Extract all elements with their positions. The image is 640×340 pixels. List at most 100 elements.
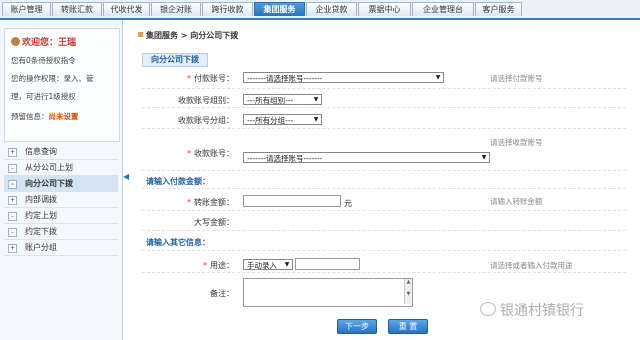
purpose-input[interactable] <box>295 258 360 270</box>
tab-4[interactable]: 银企对账 <box>151 2 201 16</box>
collapse-sidebar-icon[interactable]: ◀ <box>123 172 129 186</box>
permission-text: 您的操作权限：录入、管 <box>11 74 94 83</box>
tab-7[interactable]: 企业贷款 <box>306 2 357 16</box>
amount-group-title: 请输入付款金额： <box>146 177 210 186</box>
permission-text-2: 理，可进行1级授权 <box>11 92 76 101</box>
tab-3[interactable]: 代收代发 <box>103 2 150 16</box>
tab-2[interactable]: 转账汇款 <box>52 2 102 16</box>
reserved-info-value: 尚未设置 <box>48 112 79 121</box>
recv-group-select[interactable]: ---所有组别--- ▼ <box>243 94 322 105</box>
amount-input[interactable] <box>243 195 341 207</box>
row-divider <box>142 272 626 273</box>
row-divider <box>142 107 626 108</box>
row-divider <box>142 230 626 231</box>
recv-group-label: 收款账号组别： <box>178 96 234 105</box>
recv-account-label-text: 收款账号： <box>194 149 234 158</box>
side-menu-item-1[interactable]: + 信息查询 <box>4 144 118 160</box>
amount-unit: 元 <box>344 199 352 208</box>
side-menu-label: 账户分组 <box>25 243 57 252</box>
row-divider <box>142 128 626 129</box>
recv-account-label: * 收款账号： <box>187 149 234 158</box>
welcome-greeting: 欢迎您：王瑞 <box>11 35 76 48</box>
chevron-down-icon: ▼ <box>313 96 319 103</box>
chevron-down-icon: ▼ <box>313 116 319 123</box>
recv-subgroup-select-value: ---所有分组--- <box>247 116 294 125</box>
welcome-greeting-text: 欢迎您：王瑞 <box>22 38 77 48</box>
pay-account-label-text: 付款账号： <box>194 74 234 83</box>
pending-auth-text: 您有0条待授权指令 <box>11 56 76 65</box>
side-menu-label: 内部调拨 <box>25 195 57 204</box>
recv-account-select-value: -------请选择账号------- <box>247 154 323 163</box>
side-menu-label: 约定下拨 <box>25 227 57 236</box>
remark-label: 备注： <box>210 289 234 298</box>
side-menu-item-4[interactable]: + 内部调拨 <box>4 192 118 208</box>
sidebar: 欢迎您：王瑞 您有0条待授权指令 您的操作权限：录入、管 理，可进行1级授权 预… <box>0 20 123 340</box>
breadcrumb-bullet-icon <box>138 32 143 37</box>
row-divider <box>142 170 626 171</box>
side-menu-item-2[interactable]: - 从分公司上划 <box>4 160 118 176</box>
row-divider <box>142 210 626 211</box>
amount-label: * 转账金额： <box>187 198 234 207</box>
watermark-text: 银通村镇银行 <box>500 303 584 319</box>
tab-8[interactable]: 票据中心 <box>358 2 411 16</box>
collapse-icon: - <box>8 164 17 173</box>
recv-group-select-value: ---所有组别--- <box>247 96 294 105</box>
purpose-select[interactable]: 手动录入 ▼ <box>243 259 293 270</box>
expand-icon: + <box>8 244 17 253</box>
textarea-scrollbar[interactable]: ▲ ▼ <box>404 279 412 304</box>
side-menu-label: 信息查询 <box>25 147 57 156</box>
recv-account-hint: 请选择收款账号 <box>490 138 543 147</box>
remark-textarea[interactable]: ▲ ▼ <box>243 278 413 307</box>
reserved-info: 预留信息：尚未设置 <box>11 111 79 122</box>
pay-account-label: * 付款账号： <box>187 74 234 83</box>
purpose-label: * 用途： <box>203 261 234 270</box>
side-menu-item-3[interactable]: - 向分公司下拨 <box>4 176 118 192</box>
side-menu-label: 向分公司下拨 <box>25 179 73 188</box>
section-title: 向分公司下拨 <box>142 53 208 67</box>
collapse-icon: - <box>8 212 17 221</box>
other-info-group-title: 请输入其它信息： <box>146 238 210 247</box>
pay-account-hint: 请选择付款账号 <box>490 74 543 83</box>
row-divider <box>142 88 626 89</box>
watermark: 银通村镇银行 <box>480 300 584 320</box>
next-step-button[interactable]: 下一步 <box>337 319 377 334</box>
side-menu: + 信息查询 - 从分公司上划 - 向分公司下拨 + 内部调拨 - 约定上划 - 约定下拨 + 账户分组 <box>4 144 118 256</box>
pay-account-select[interactable]: -------请选择账号------- ▼ <box>243 72 444 83</box>
wechat-logo-icon <box>480 302 496 316</box>
chevron-down-icon: ▼ <box>435 74 441 81</box>
side-menu-label: 从分公司上划 <box>25 163 73 172</box>
amount-hint: 请输入转账金额 <box>490 197 543 206</box>
tab-1[interactable]: 账户管理 <box>2 2 51 16</box>
tab-10[interactable]: 客户服务 <box>475 2 522 16</box>
chevron-down-icon: ▼ <box>284 261 290 268</box>
upper-amount-label: 大写金额： <box>194 218 234 227</box>
chevron-down-icon: ▼ <box>481 154 487 161</box>
recv-subgroup-label: 收款账号分组： <box>178 116 234 125</box>
tab-5[interactable]: 跨行收款 <box>202 2 253 16</box>
purpose-select-value: 手动录入 <box>247 261 277 270</box>
purpose-hint: 请选择或者输入付款用途 <box>490 261 573 270</box>
expand-icon: + <box>8 148 17 157</box>
side-menu-label: 约定上划 <box>25 211 57 220</box>
recv-account-select[interactable]: -------请选择账号------- ▼ <box>243 152 490 163</box>
recv-subgroup-select[interactable]: ---所有分组--- ▼ <box>243 114 322 125</box>
tab-6[interactable]: 集团服务 <box>254 2 305 16</box>
pay-account-select-value: -------请选择账号------- <box>247 74 323 83</box>
amount-label-text: 转账金额： <box>194 198 234 207</box>
side-menu-item-7[interactable]: + 账户分组 <box>4 240 118 256</box>
row-divider <box>142 188 626 189</box>
expand-icon: + <box>8 196 17 205</box>
tab-9[interactable]: 企业管理台 <box>412 2 474 16</box>
top-nav: 账户管理 转账汇款 代收代发 银企对账 跨行收款 集团服务 企业贷款 票据中心 企业管理台 客户服… <box>0 0 640 20</box>
row-divider <box>142 250 626 251</box>
collapse-icon: - <box>8 180 17 189</box>
user-avatar-icon <box>11 37 20 46</box>
reserved-info-label: 预留信息： <box>11 112 49 121</box>
side-menu-item-5[interactable]: - 约定上划 <box>4 208 118 224</box>
collapse-icon: - <box>8 228 17 237</box>
reset-button[interactable]: 重 置 <box>388 319 428 334</box>
breadcrumb: 集团服务 > 向分公司下拨 <box>138 30 238 41</box>
purpose-label-text: 用途： <box>210 261 234 270</box>
side-menu-item-6[interactable]: - 约定下拨 <box>4 224 118 240</box>
breadcrumb-text: 集团服务 > 向分公司下拨 <box>146 31 239 40</box>
